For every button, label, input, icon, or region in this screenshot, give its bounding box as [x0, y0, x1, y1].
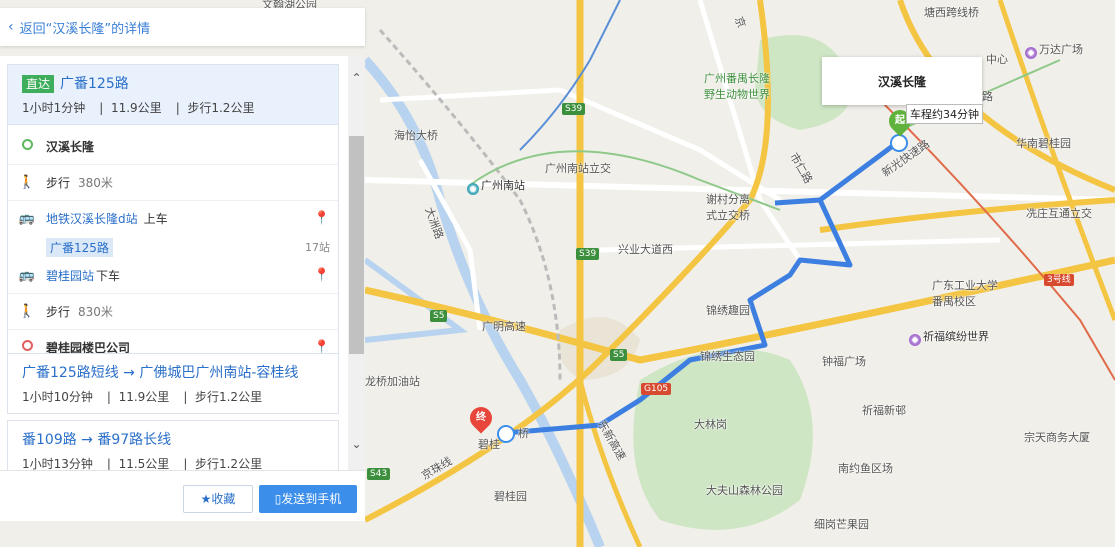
map-label: 大林岗: [694, 418, 727, 431]
route-meta: 1小时1分钟 | 11.9公里 | 步行1.2公里: [22, 101, 255, 115]
route-meta: 1小时10分钟 | 11.9公里 | 步行1.2公里: [22, 390, 263, 404]
location-pin-icon[interactable]: 📍: [314, 211, 330, 226]
route-option-2[interactable]: 广番125路短线 → 广佛城巴广州南站-容桂线 1小时10分钟 | 11.9公里 |…: [7, 353, 339, 414]
scroll-up-icon[interactable]: ⌃: [348, 70, 365, 87]
send-to-phone-button[interactable]: ▯发送到手机: [259, 485, 357, 513]
route-option-1[interactable]: 直达 广番125路 1小时1分钟 | 11.9公里 | 步行1.2公里 汉溪长隆 🚶 …: [7, 64, 339, 372]
origin-icon: [21, 139, 33, 150]
direct-tag: 直达: [22, 75, 55, 93]
map-label: 锦绣趣园: [706, 304, 750, 317]
map-label: 广东工业大学: [932, 279, 998, 292]
road-shield: S43: [367, 468, 391, 480]
map-label: 华南碧桂园: [1016, 137, 1071, 150]
shopping-icon: ◆: [909, 334, 921, 346]
map-label: ◉ 广州南站: [467, 177, 525, 195]
destination-icon: [21, 340, 33, 351]
map-label: 钟福广场: [822, 355, 866, 368]
mall-icon: ◆: [1025, 47, 1037, 59]
map-label: 祈福新邨: [862, 404, 906, 417]
stop-count: 17站: [305, 241, 330, 254]
map-label: ◆ 万达广场: [1025, 41, 1083, 59]
bus-line-tag[interactable]: 广番125路: [46, 237, 113, 257]
map-label: 细岗芒果园: [814, 518, 869, 531]
train-station-icon: ◉: [467, 183, 479, 195]
road-shield: 3号线: [1044, 274, 1074, 286]
back-link[interactable]: ‹ 返回“汉溪长隆”的详情: [0, 8, 365, 46]
location-pin-icon[interactable]: 📍: [314, 268, 330, 283]
route-title: 广番125路短线 → 广佛城巴广州南站-容桂线: [22, 365, 299, 381]
route-list-scrollbar[interactable]: ⌃ ⌄: [348, 56, 365, 470]
end-marker[interactable]: 终: [465, 402, 497, 434]
destination-card[interactable]: 汉溪长隆: [822, 57, 982, 105]
map-label: 碧桂: [478, 438, 500, 451]
map-label: 桥: [518, 427, 529, 440]
step-line: 广番125路 17站: [8, 236, 338, 258]
map-label: 塘西跨线桥: [924, 6, 979, 19]
road-shield: G105: [641, 383, 672, 395]
map-label: 番禺校区: [932, 295, 976, 308]
walk-icon: 🚶: [18, 175, 36, 190]
road-shield: S39: [576, 248, 600, 260]
bus-stop-icon[interactable]: [890, 134, 908, 152]
map-label: ◆ 祈福缤纷世界: [909, 328, 989, 346]
map-label: 宗天商务大厦: [1024, 431, 1090, 444]
route-steps: 汉溪长隆 🚶 步行 380米 🚌 地铁汉溪长隆d站 上车 📍 广番125路 17站: [8, 124, 338, 371]
step-walk-1: 🚶 步行 380米: [8, 165, 338, 201]
walk-icon: 🚶: [18, 304, 36, 319]
map-label: 广州南站立交: [545, 162, 611, 175]
map-label: 南约鱼区场: [838, 462, 893, 475]
map-label: 碧桂园: [494, 490, 527, 503]
scrollbar-thumb[interactable]: [349, 136, 364, 354]
map-label: 野生动物世界: [704, 88, 770, 101]
map-label: 广明高速: [482, 320, 526, 333]
step-walk-2: 🚶 步行 830米: [8, 294, 338, 330]
map-label: 龙桥加油站: [365, 375, 420, 388]
route-title: 广番125路: [60, 76, 129, 92]
back-label: 返回“汉溪长隆”的详情: [19, 21, 151, 37]
map-label: 兴业大道西: [618, 243, 673, 256]
route-title: 番109路 → 番97路长线: [22, 432, 172, 448]
bus-stop-icon[interactable]: [497, 425, 515, 443]
road-shield: S5: [610, 349, 628, 361]
bus-icon: 🚌: [18, 211, 36, 226]
map-label: 广州番禺长隆: [704, 72, 770, 85]
chevron-left-icon: ‹: [8, 19, 14, 35]
bus-icon: 🚌: [18, 268, 36, 283]
road-shield: S39: [562, 103, 586, 115]
map-label: 海怡大桥: [394, 129, 438, 142]
map-label: 谢村分离: [706, 193, 750, 206]
route-meta: 1小时13分钟 | 11.5公里 | 步行1.2公里: [22, 457, 263, 470]
map-label: 大夫山森林公园: [706, 484, 783, 497]
map-label: 锦绣生态园: [700, 350, 755, 363]
favorite-button[interactable]: ★收藏: [183, 485, 253, 513]
route-list[interactable]: 直达 广番125路 1小时1分钟 | 11.9公里 | 步行1.2公里 汉溪长隆 🚶 …: [0, 56, 365, 470]
action-bar: ★收藏 ▯发送到手机: [0, 470, 365, 521]
map-label: 式立交桥: [706, 209, 750, 222]
step-origin: 汉溪长隆: [8, 129, 338, 165]
route-panel: ‹ 返回“汉溪长隆”的详情 直达 广番125路 1小时1分钟 | 11.9公里 | 步…: [0, 0, 365, 547]
step-alight: 🚌 碧桂园站 下车 📍: [8, 258, 338, 294]
star-icon: ★: [200, 492, 212, 506]
map-label: 路: [982, 90, 993, 103]
route-option-3[interactable]: 番109路 → 番97路长线 1小时13分钟 | 11.5公里 | 步行1.2公里: [7, 420, 339, 470]
map-label: 中心: [986, 53, 1008, 66]
map-label: 冼庄互通立交: [1026, 207, 1092, 220]
road-shield: S5: [430, 310, 448, 322]
scroll-down-icon[interactable]: ⌄: [348, 436, 365, 453]
step-board: 🚌 地铁汉溪长隆d站 上车 📍: [8, 201, 338, 236]
duration-tooltip: 车程约34分钟: [906, 104, 983, 124]
